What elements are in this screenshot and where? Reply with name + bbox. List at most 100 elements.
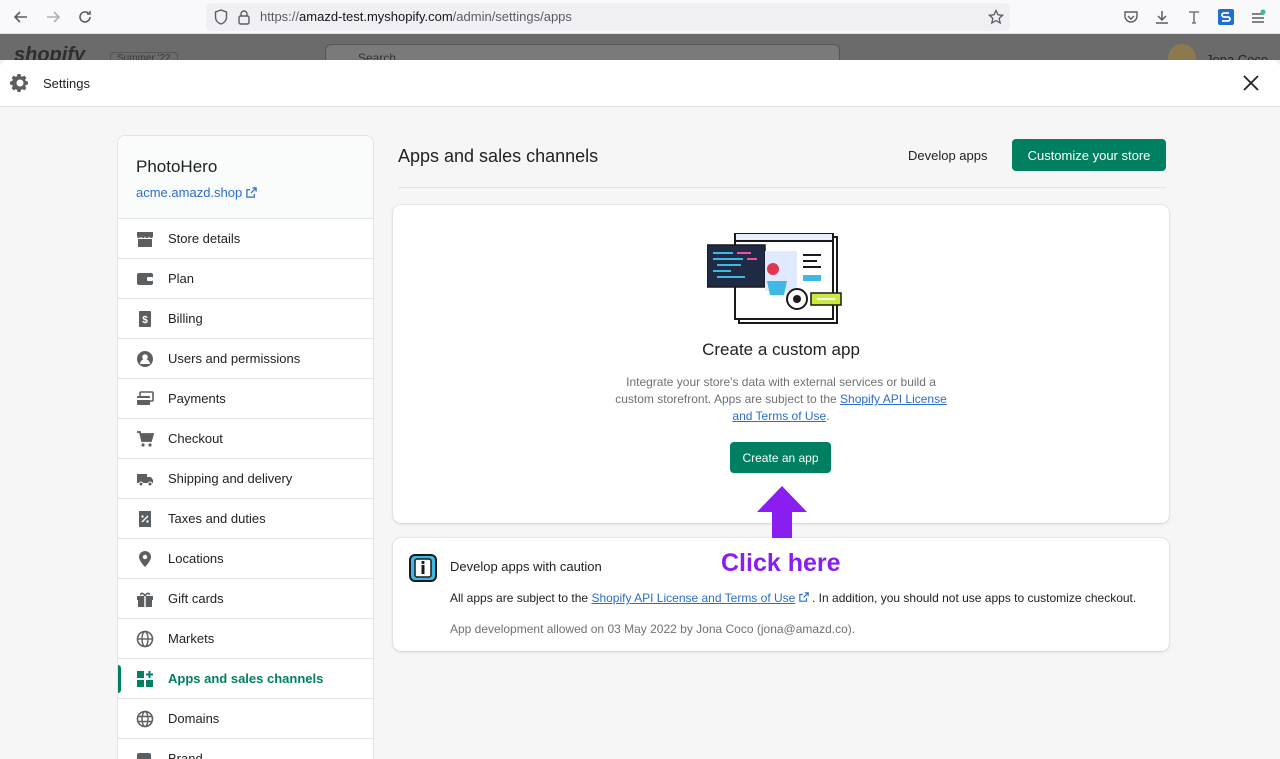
browser-toolbar: https://amazd-test.myshopify.com/admin/s…	[0, 0, 1280, 34]
store-name: PhotoHero	[136, 157, 218, 176]
create-an-app-button[interactable]: Create an app	[730, 442, 831, 473]
markets-globe-icon	[135, 629, 155, 649]
create-app-description: Integrate your store's data with externa…	[613, 374, 949, 425]
downloads-button[interactable]	[1151, 6, 1173, 28]
truck-icon	[135, 469, 155, 489]
external-link-icon	[246, 187, 257, 198]
sidebar-item-label: Domains	[168, 711, 220, 726]
sidebar-item-plan[interactable]: Plan	[118, 259, 373, 299]
custom-app-illustration	[707, 233, 842, 324]
svg-text:$: $	[142, 315, 148, 326]
sidebar-item-domains[interactable]: Domains	[118, 699, 373, 739]
url-text: https://amazd-test.myshopify.com/admin/s…	[260, 9, 572, 24]
pocket-icon	[1124, 11, 1138, 23]
sidebar-item-label: Plan	[168, 271, 195, 286]
shopify-logo: shopify	[14, 44, 86, 60]
title-divider	[398, 187, 1166, 188]
develop-apps-button[interactable]: Develop apps	[908, 148, 988, 163]
domains-globe-icon	[135, 709, 155, 729]
bookmark-star-icon[interactable]	[988, 9, 1004, 25]
extension-s-button[interactable]	[1215, 6, 1237, 28]
user-icon	[135, 349, 155, 369]
sidebar-item-checkout[interactable]: Checkout	[118, 419, 373, 459]
brand-icon	[135, 749, 155, 759]
menu-button[interactable]	[1247, 6, 1269, 28]
reload-icon	[79, 11, 91, 23]
avatar	[1168, 44, 1196, 60]
customize-store-button[interactable]: Customize your store	[1012, 139, 1166, 171]
up-arrow-annotation-icon	[757, 486, 807, 538]
settings-sidebar: PhotoHero acme.amazd.shop Store details …	[117, 135, 374, 759]
apps-icon	[135, 669, 155, 689]
store-icon	[135, 229, 155, 249]
billing-icon: $	[135, 309, 155, 329]
pocket-button[interactable]	[1120, 6, 1142, 28]
sidebar-item-locations[interactable]: Locations	[118, 539, 373, 579]
close-settings-button[interactable]	[1240, 72, 1262, 94]
caution-api-license-link[interactable]: Shopify API License and Terms of Use	[591, 591, 795, 605]
info-icon	[409, 554, 437, 582]
shield-icon	[214, 9, 228, 25]
caution-title: Develop apps with caution	[450, 559, 602, 574]
sidebar-item-taxes[interactable]: Taxes and duties	[118, 499, 373, 539]
arrow-left-icon	[13, 11, 27, 23]
store-domain-text: acme.amazd.shop	[136, 185, 243, 200]
extension-t-button[interactable]	[1183, 6, 1205, 28]
store-domain-link[interactable]: acme.amazd.shop	[136, 185, 355, 200]
click-here-annotation: Click here	[721, 549, 841, 577]
sidebar-item-label: Payments	[168, 391, 226, 406]
sidebar-item-label: Locations	[168, 551, 224, 566]
hamburger-icon	[1252, 9, 1266, 23]
store-badge: Summer '22	[110, 52, 178, 60]
url-host: amazd-test.myshopify.com	[299, 9, 453, 24]
sidebar-item-markets[interactable]: Markets	[118, 619, 373, 659]
sidebar-item-label: Apps and sales channels	[168, 671, 324, 686]
forward-button[interactable]	[42, 6, 64, 28]
address-bar[interactable]: https://amazd-test.myshopify.com/admin/s…	[206, 3, 1010, 31]
arrow-right-icon	[47, 11, 61, 23]
tax-icon	[135, 509, 155, 529]
external-link-icon	[798, 592, 809, 602]
sidebar-item-label: Checkout	[168, 431, 223, 446]
back-button[interactable]	[10, 6, 32, 28]
reload-button[interactable]	[74, 6, 96, 28]
sidebar-item-store-details[interactable]: Store details	[118, 219, 373, 259]
create-app-desc-end: .	[826, 409, 830, 423]
sidebar-item-brand[interactable]: Brand	[118, 739, 373, 759]
plan-icon	[135, 269, 155, 289]
sidebar-item-shipping[interactable]: Shipping and delivery	[118, 459, 373, 499]
create-custom-app-card: Create a custom app Integrate your store…	[393, 205, 1169, 523]
admin-top-bar-overlay: shopify Summer '22 Search Jona Coco	[0, 34, 1280, 60]
caution-body: All apps are subject to the Shopify API …	[450, 591, 1136, 605]
caution-meta: App development allowed on 03 May 2022 b…	[450, 622, 856, 636]
sidebar-item-label: Shipping and delivery	[168, 471, 293, 486]
gift-icon	[135, 589, 155, 609]
store-card: PhotoHero acme.amazd.shop	[118, 136, 373, 219]
payments-icon	[135, 389, 155, 409]
admin-user-name: Jona Coco	[1206, 52, 1269, 60]
location-pin-icon	[135, 549, 155, 569]
sidebar-item-label: Gift cards	[168, 591, 224, 606]
sidebar-item-label: Brand	[168, 751, 203, 759]
page-title: Apps and sales channels	[398, 146, 599, 166]
text-extension-icon	[1189, 11, 1199, 24]
cart-icon	[135, 429, 155, 449]
sidebar-item-gift-cards[interactable]: Gift cards	[118, 579, 373, 619]
sidebar-item-apps-and-sales-channels[interactable]: Apps and sales channels	[118, 659, 373, 699]
sidebar-item-label: Taxes and duties	[168, 511, 266, 526]
caution-body-prefix: All apps are subject to the	[450, 591, 589, 605]
sidebar-item-label: Billing	[168, 311, 203, 326]
settings-header: Settings	[0, 60, 1280, 107]
lock-icon	[238, 10, 250, 25]
sidebar-item-label: Users and permissions	[168, 351, 301, 366]
settings-content: PhotoHero acme.amazd.shop Store details …	[0, 107, 1280, 759]
settings-title: Settings	[43, 76, 90, 91]
sidebar-item-payments[interactable]: Payments	[118, 379, 373, 419]
sidebar-item-label: Markets	[168, 631, 215, 646]
sidebar-item-users[interactable]: Users and permissions	[118, 339, 373, 379]
admin-search-input: Search	[325, 44, 840, 60]
sidebar-item-billing[interactable]: $ Billing	[118, 299, 373, 339]
caution-body-suffix: . In addition, you should not use apps t…	[812, 591, 1137, 605]
gear-icon	[10, 74, 28, 92]
download-icon	[1156, 11, 1168, 24]
